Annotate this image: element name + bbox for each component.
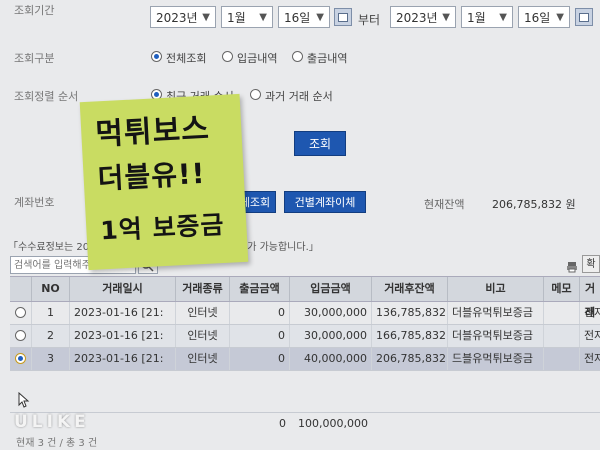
cell-memo [544, 348, 580, 370]
row-radio-selected[interactable] [15, 353, 26, 364]
chevron-down-icon: ▼ [442, 12, 450, 23]
header-withdraw: 출금금액 [230, 277, 290, 301]
row-radio[interactable] [15, 330, 26, 341]
to-year-select[interactable]: 2023년 ▼ [390, 6, 456, 28]
from-day-value: 16일 [284, 11, 311, 25]
cell-withdraw: 0 [230, 302, 290, 324]
balance-value: 206,785,832 원 [492, 198, 576, 211]
query-type-radio-withdraw[interactable] [292, 51, 303, 62]
transfer-button[interactable]: 건별계좌이체 [284, 191, 366, 213]
sticky-note-line: 먹튀보스 [94, 111, 211, 153]
period-label: 조회기간 [14, 4, 55, 17]
cell-memo [544, 302, 580, 324]
cell-date: 2023-01-16 [21: [70, 325, 176, 347]
from-month-select[interactable]: 1월 ▼ [221, 6, 273, 28]
table-row[interactable]: 2 2023-01-16 [21: 인터넷 0 30,000,000 166,7… [10, 325, 600, 348]
cell-balance: 136,785,832 [372, 302, 448, 324]
cell-extra: 전자 [584, 352, 600, 365]
from-month-value: 1월 [227, 11, 246, 25]
chevron-down-icon: ▼ [202, 12, 210, 23]
query-type-label: 조회구분 [14, 52, 55, 65]
sort-option-past: 과거 거래 순서 [265, 90, 333, 103]
cell-note: 더블유먹튀보증금 [448, 302, 544, 324]
cell-balance: 166,785,832 [372, 325, 448, 347]
header-select [10, 277, 32, 301]
sort-label: 조회정렬 순서 [14, 90, 79, 103]
notice-text-left: 「수수료정보는 20 [8, 242, 90, 253]
chevron-down-icon: ▼ [499, 12, 507, 23]
to-month-value: 1월 [467, 11, 486, 25]
cell-no: 1 [32, 302, 70, 324]
header-note: 비고 [448, 277, 544, 301]
query-type-radio-deposit[interactable] [222, 51, 233, 62]
to-day-select[interactable]: 16일 ▼ [518, 6, 570, 28]
sort-radio-past[interactable] [250, 89, 261, 100]
sticky-note-line: 1억 보증금 [99, 209, 226, 246]
sticky-note: 먹튀보스 더블유!! 1억 보증금 [79, 93, 249, 271]
from-year-select[interactable]: 2023년 ▼ [150, 6, 216, 28]
search-button[interactable]: 조회 [294, 131, 346, 156]
cell-deposit: 30,000,000 [290, 325, 372, 347]
cell-note: 드블유먹튀보증금 [448, 348, 544, 370]
cursor-icon [18, 392, 30, 408]
chevron-down-icon: ▼ [259, 12, 267, 23]
cell-no: 2 [32, 325, 70, 347]
header-memo: 메모 [544, 277, 580, 301]
total-withdraw: 0 [279, 417, 286, 430]
period-to-label: 부터 [358, 13, 381, 27]
from-day-select[interactable]: 16일 ▼ [278, 6, 330, 28]
balance-label: 현재잔액 [424, 198, 465, 211]
record-count: 현재 3 건 / 총 3 건 [16, 438, 98, 449]
cell-extra: 전자 [584, 306, 600, 319]
header-no: NO [32, 277, 70, 301]
header-type: 거래종류 [176, 277, 230, 301]
query-type-option-all: 전체조회 [166, 52, 207, 65]
notice-text-right: 회가 가능합니다.」 [238, 242, 319, 253]
cell-deposit: 40,000,000 [290, 348, 372, 370]
header-extra: 거래 [584, 282, 596, 319]
sticky-note-line: 더블유!! [96, 156, 207, 196]
total-deposit: 100,000,000 [298, 417, 368, 430]
cell-date: 2023-01-16 [21: [70, 302, 176, 324]
cell-withdraw: 0 [230, 325, 290, 347]
to-month-select[interactable]: 1월 ▼ [461, 6, 513, 28]
row-radio[interactable] [15, 307, 26, 318]
calendar-icon[interactable] [334, 8, 352, 26]
table-row[interactable]: 1 2023-01-16 [21: 인터넷 0 30,000,000 136,7… [10, 302, 600, 325]
watermark: ULIKE [14, 412, 90, 432]
toolbar-extra-button[interactable]: 확 [582, 255, 600, 273]
cell-type: 인터넷 [176, 325, 230, 347]
chevron-down-icon: ▼ [556, 12, 564, 23]
to-day-value: 16일 [524, 11, 551, 25]
cell-date: 2023-01-16 [21: [70, 348, 176, 370]
header-balance: 거래후잔액 [372, 277, 448, 301]
to-year-value: 2023년 [396, 11, 438, 25]
row-select-cell[interactable] [10, 302, 32, 324]
cell-deposit: 30,000,000 [290, 302, 372, 324]
cell-balance: 206,785,832 [372, 348, 448, 370]
cell-withdraw: 0 [230, 348, 290, 370]
from-year-value: 2023년 [156, 11, 198, 25]
chevron-down-icon: ▼ [316, 12, 324, 23]
cell-type: 인터넷 [176, 302, 230, 324]
cell-type: 인터넷 [176, 348, 230, 370]
query-type-radio-all[interactable] [151, 51, 162, 62]
calendar-icon[interactable] [575, 8, 593, 26]
table-row-selected[interactable]: 3 2023-01-16 [21: 인터넷 0 40,000,000 206,7… [10, 348, 600, 371]
query-type-option-deposit: 입금내역 [237, 52, 278, 65]
query-type-option-withdraw: 출금내역 [307, 52, 348, 65]
cell-extra: 전자 [584, 329, 600, 342]
header-deposit: 입금금액 [290, 277, 372, 301]
totals-row: 0 100,000,000 [10, 412, 600, 435]
account-label: 계좌번호 [14, 196, 55, 209]
table-header: NO 거래일시 거래종류 출금금액 입금금액 거래후잔액 비고 메모 거래 [10, 276, 600, 319]
cell-memo [544, 325, 580, 347]
row-select-cell[interactable] [10, 325, 32, 347]
cell-no: 3 [32, 348, 70, 370]
row-select-cell[interactable] [10, 348, 32, 370]
printer-icon[interactable] [566, 258, 578, 273]
header-date: 거래일시 [70, 277, 176, 301]
cell-note: 더블유먹튀보증금 [448, 325, 544, 347]
